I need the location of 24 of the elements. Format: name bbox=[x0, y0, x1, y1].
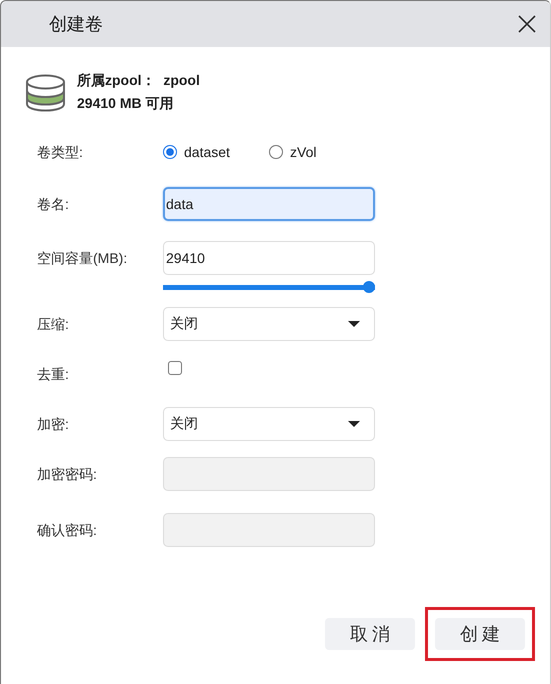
input-field[interactable]: data bbox=[163, 187, 375, 221]
field-label: 确认密码: bbox=[37, 521, 98, 540]
radio-label[interactable]: zVol bbox=[290, 144, 316, 160]
window-title: 创建卷 bbox=[49, 13, 103, 36]
radio-label[interactable]: dataset bbox=[184, 144, 230, 160]
radio-button[interactable] bbox=[269, 145, 283, 159]
field-label: 卷名: bbox=[37, 195, 70, 214]
checkbox[interactable] bbox=[168, 361, 182, 375]
field-label: 加密密码: bbox=[37, 465, 98, 484]
dialog-button[interactable]: 创建 bbox=[435, 618, 525, 650]
free-space: 29410 MB 可用 bbox=[77, 95, 174, 113]
database-icon bbox=[25, 74, 66, 112]
input-field[interactable]: 29410 bbox=[163, 241, 375, 275]
field-label: 空间容量(MB): bbox=[37, 249, 128, 268]
dropdown[interactable]: 关闭 bbox=[163, 407, 375, 441]
radio-button[interactable] bbox=[163, 145, 177, 159]
field-label: 加密: bbox=[37, 415, 70, 434]
pool-name: 所属zpool： zpool bbox=[77, 72, 200, 90]
field-label: 去重: bbox=[37, 365, 70, 384]
dropdown[interactable]: 关闭 bbox=[163, 307, 375, 341]
field-label: 压缩: bbox=[37, 315, 70, 334]
field-label: 卷类型: bbox=[37, 143, 84, 162]
close-icon[interactable] bbox=[518, 15, 536, 33]
dialog-button[interactable]: 取消 bbox=[325, 618, 415, 650]
